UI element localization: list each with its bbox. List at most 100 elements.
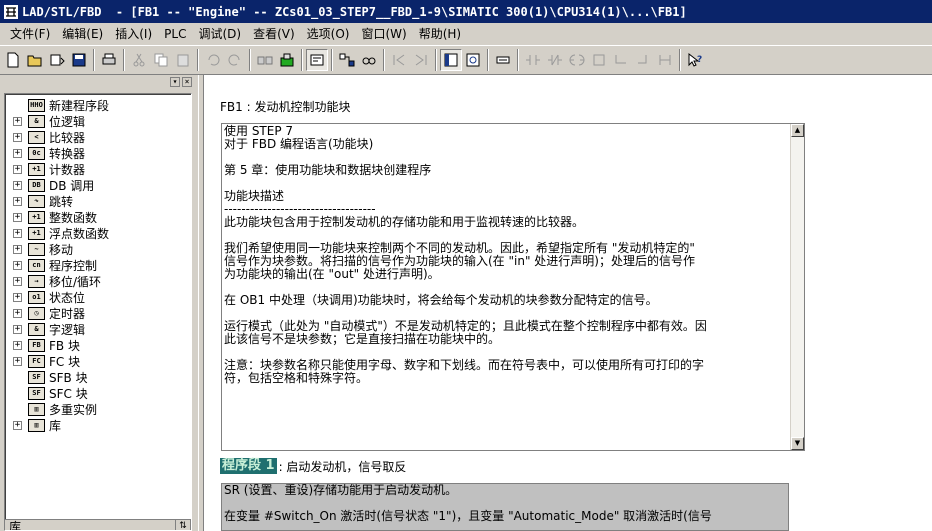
tree-item[interactable]: + cn 程序控制: [5, 257, 191, 273]
expand-plus-icon[interactable]: +: [13, 260, 22, 270]
expand-plus-icon[interactable]: +: [13, 196, 22, 206]
menu-options[interactable]: 选项(O): [301, 24, 356, 44]
expand-plus-icon[interactable]: +: [13, 244, 22, 254]
scroll-up-icon[interactable]: ▲: [791, 124, 804, 137]
comment-scrollbar[interactable]: ▲ ▼: [790, 124, 804, 450]
menu-plc[interactable]: PLC: [158, 24, 192, 44]
toolbar-separator: [383, 49, 385, 71]
expand-plus-icon[interactable]: +: [13, 356, 22, 366]
tree-item[interactable]: + ◷ 定时器: [5, 305, 191, 321]
menu-insert[interactable]: 插入(I): [109, 24, 158, 44]
expand-plus-icon[interactable]: +: [13, 164, 22, 174]
toolbar-separator: [435, 49, 437, 71]
contact-no-icon[interactable]: [522, 49, 544, 71]
new-icon[interactable]: [2, 49, 24, 71]
tree-item[interactable]: + & 字逻辑: [5, 321, 191, 337]
download-icon[interactable]: [46, 49, 68, 71]
tree-item-label: 多重实例: [49, 402, 98, 417]
redo-icon[interactable]: [224, 49, 246, 71]
toolbar-separator: [301, 49, 303, 71]
tree-item[interactable]: + o1 状态位: [5, 289, 191, 305]
cut-icon[interactable]: [128, 49, 150, 71]
menu-file[interactable]: 文件(F): [4, 24, 56, 44]
expand-plus-icon[interactable]: +: [13, 148, 22, 158]
new-network-icon[interactable]: [492, 49, 514, 71]
close-branch-icon[interactable]: [632, 49, 654, 71]
tree-item[interactable]: + ▥ 库: [5, 417, 191, 433]
tree-item[interactable]: + FB FB 块: [5, 337, 191, 353]
catalog-element-icon: ~: [28, 242, 45, 256]
overview-icon[interactable]: [306, 49, 328, 71]
contact-nc-icon[interactable]: [544, 49, 566, 71]
expand-plus-icon[interactable]: +: [13, 116, 22, 126]
network-header: 程序段 1 : 启动发动机，信号取反: [220, 457, 406, 475]
tree-item[interactable]: HHO 新建程序段: [5, 97, 191, 113]
detail-view-icon[interactable]: [440, 49, 462, 71]
box-icon[interactable]: [588, 49, 610, 71]
network-label[interactable]: 程序段 1: [220, 458, 277, 474]
zoom-view-icon[interactable]: [462, 49, 484, 71]
expand-plus-icon[interactable]: +: [13, 308, 22, 318]
tree-item[interactable]: SF SFC 块: [5, 385, 191, 401]
chevron-down-icon[interactable]: ▾: [170, 77, 180, 87]
open-folder-icon[interactable]: [24, 49, 46, 71]
expand-plus-icon[interactable]: +: [13, 180, 22, 190]
tree-item[interactable]: + → 移位/循环: [5, 273, 191, 289]
block-title[interactable]: FB1 : 发动机控制功能块: [220, 98, 350, 115]
expand-plus-icon[interactable]: +: [13, 324, 22, 334]
tree-item[interactable]: + +1 计数器: [5, 161, 191, 177]
tree-item[interactable]: +0c 转换器: [5, 145, 191, 161]
scroll-down-icon[interactable]: ▼: [791, 437, 804, 450]
help-cursor-icon[interactable]: ?: [684, 49, 706, 71]
print-icon[interactable]: [98, 49, 120, 71]
tree-item[interactable]: + ↷ 跳转: [5, 193, 191, 209]
network-icon[interactable]: [336, 49, 358, 71]
menu-edit[interactable]: 编辑(E): [56, 24, 109, 44]
tree-item[interactable]: + +1 浮点数函数: [5, 225, 191, 241]
tree-item-label: 定时器: [49, 306, 86, 321]
expand-plus-icon[interactable]: +: [13, 132, 22, 142]
open-branch-icon[interactable]: [610, 49, 632, 71]
first-network-icon[interactable]: [388, 49, 410, 71]
network-comment[interactable]: SR (设置、重设)存储功能用于启动发动机。 在变量 #Switch_On 激活时…: [221, 483, 789, 531]
expand-plus-icon[interactable]: +: [13, 212, 22, 222]
expand-plus-icon[interactable]: +: [13, 292, 22, 302]
bottom-resize-icon[interactable]: ⇅: [175, 519, 191, 530]
menu-help[interactable]: 帮助(H): [413, 24, 467, 44]
coil-icon[interactable]: [566, 49, 588, 71]
tree-item[interactable]: + +1 整数函数: [5, 209, 191, 225]
tree-item[interactable]: SF SFB 块: [5, 369, 191, 385]
expand-plus-icon[interactable]: +: [13, 420, 22, 430]
toolbar-separator: [487, 49, 489, 71]
tree-item[interactable]: ▥ 多重实例: [5, 401, 191, 417]
tree-item[interactable]: + ~ 移动: [5, 241, 191, 257]
tree-item-label: 计数器: [49, 162, 86, 177]
connection-icon[interactable]: [654, 49, 676, 71]
undo-icon[interactable]: [202, 49, 224, 71]
close-icon[interactable]: ×: [182, 77, 192, 87]
last-network-icon[interactable]: [410, 49, 432, 71]
network-comment-line: SR (设置、重设)存储功能用于启动发动机。: [224, 483, 458, 497]
tree-item[interactable]: + < 比较器: [5, 129, 191, 145]
menu-window[interactable]: 窗口(W): [355, 24, 412, 44]
tree-item[interactable]: + & 位逻辑: [5, 113, 191, 129]
online-icon[interactable]: [254, 49, 276, 71]
copy-icon[interactable]: [150, 49, 172, 71]
menu-view[interactable]: 查看(V): [247, 24, 301, 44]
pane-header: ▾ ×: [0, 75, 198, 91]
expand-plus-icon[interactable]: +: [13, 340, 22, 350]
menu-debug[interactable]: 调试(D): [192, 24, 247, 44]
svg-text:?: ?: [697, 55, 702, 65]
tree-item[interactable]: + FC FC 块: [5, 353, 191, 369]
expand-plus-icon[interactable]: +: [13, 276, 22, 286]
paste-icon[interactable]: [172, 49, 194, 71]
tree-item[interactable]: + DB DB 调用: [5, 177, 191, 193]
network-title[interactable]: : 启动发动机，信号取反: [279, 458, 407, 475]
block-comment[interactable]: 使用 STEP 7 对于 FBD 编程语言(功能块) 第 5 章：使用功能块和数据块…: [221, 123, 805, 451]
block-comment-text[interactable]: 使用 STEP 7 对于 FBD 编程语言(功能块) 第 5 章：使用功能块和数据块…: [224, 125, 788, 385]
module-info-icon[interactable]: [276, 49, 298, 71]
save-icon[interactable]: [68, 49, 90, 71]
expand-plus-icon[interactable]: +: [13, 228, 22, 238]
tree-item-label: 浮点数函数: [49, 226, 110, 241]
monitor-icon[interactable]: [358, 49, 380, 71]
